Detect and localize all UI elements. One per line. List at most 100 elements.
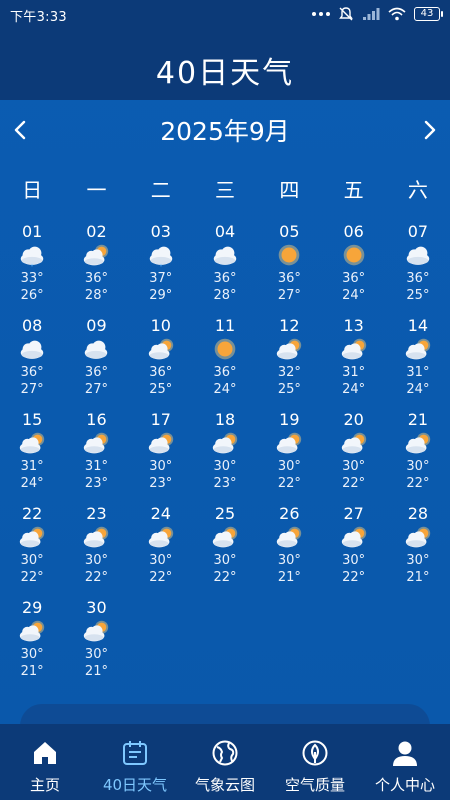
weekday-label: 日 xyxy=(22,178,43,202)
low-temp: 21° xyxy=(20,664,44,679)
calendar-day[interactable]: 18 30° 23° xyxy=(193,408,257,502)
month-label: 2025年9月 xyxy=(160,117,290,146)
signal-icon xyxy=(363,8,380,20)
low-temp: 22° xyxy=(213,570,237,585)
partly-sunny-icon xyxy=(210,430,240,456)
day-number: 27 xyxy=(343,504,364,523)
calendar-day[interactable]: 10 36° 25° xyxy=(129,314,193,408)
day-number: 26 xyxy=(279,504,300,523)
partly-sunny-icon xyxy=(210,524,240,550)
day-number: 02 xyxy=(86,222,107,241)
nav-tab-person[interactable]: 个人中心 xyxy=(360,724,450,800)
cloud-icon xyxy=(81,336,111,362)
chevron-right-icon[interactable] xyxy=(418,119,440,141)
nav-tab-leaf[interactable]: 空气质量 xyxy=(270,724,360,800)
high-temp: 30° xyxy=(213,553,237,568)
partly-sunny-icon xyxy=(339,336,369,362)
app-root: 下午3:33 43 40日天气 2025年9月 日 一 二 三 四 五 六 01… xyxy=(0,0,450,800)
calendar-grid: 01 33° 26° 02 36° 28° 03 37° 29° 04 36° … xyxy=(0,220,450,690)
weekday-label: 二 xyxy=(150,178,171,202)
calendar-day[interactable]: 22 30° 22° xyxy=(0,502,64,596)
low-temp: 24° xyxy=(406,382,430,397)
day-number: 14 xyxy=(407,316,429,335)
partly-sunny-icon xyxy=(81,242,111,268)
nav-tab-label: 个人中心 xyxy=(374,776,435,794)
bottom-nav: 主页 40日天气 气象云图 空气质量 个人中心 xyxy=(0,724,450,800)
calendar-day[interactable]: 03 37° 29° xyxy=(129,220,193,314)
calendar-day[interactable]: 08 36° 27° xyxy=(0,314,64,408)
nav-tab-globe[interactable]: 气象云图 xyxy=(180,724,270,800)
wifi-icon xyxy=(388,7,406,21)
calendar-day[interactable]: 07 36° 25° xyxy=(386,220,450,314)
more-dots-icon xyxy=(312,12,330,16)
calendar-day[interactable]: 15 31° 24° xyxy=(0,408,64,502)
calendar-day[interactable]: 14 31° 24° xyxy=(386,314,450,408)
calendar-day[interactable]: 04 36° 28° xyxy=(193,220,257,314)
calendar-day[interactable]: 12 32° 25° xyxy=(257,314,321,408)
low-temp: 27° xyxy=(20,382,44,397)
partly-sunny-icon xyxy=(274,524,304,550)
day-number: 08 xyxy=(21,316,43,335)
calendar-day[interactable]: 06 36° 24° xyxy=(321,220,385,314)
calendar-day[interactable]: 29 30° 21° xyxy=(0,596,64,690)
low-temp: 21° xyxy=(277,570,301,585)
low-temp: 21° xyxy=(84,664,108,679)
partly-sunny-icon xyxy=(403,430,433,456)
high-temp: 36° xyxy=(84,271,108,286)
calendar-day[interactable]: 05 36° 27° xyxy=(257,220,321,314)
high-temp: 30° xyxy=(406,459,430,474)
low-temp: 25° xyxy=(406,288,430,303)
day-number: 25 xyxy=(214,504,236,523)
low-temp: 22° xyxy=(342,476,366,491)
high-temp: 30° xyxy=(149,553,173,568)
calendar-day[interactable]: 20 30° 22° xyxy=(321,408,385,502)
low-temp: 24° xyxy=(342,288,366,303)
high-temp: 30° xyxy=(84,553,108,568)
calendar-day[interactable]: 24 30° 22° xyxy=(129,502,193,596)
day-number: 20 xyxy=(343,410,364,429)
day-number: 30 xyxy=(86,598,107,617)
high-temp: 30° xyxy=(20,647,44,662)
nav-tab-home[interactable]: 主页 xyxy=(0,724,90,800)
calendar-day[interactable]: 01 33° 26° xyxy=(0,220,64,314)
calendar-day[interactable]: 23 30° 22° xyxy=(64,502,128,596)
calendar-day[interactable]: 02 36° 28° xyxy=(64,220,128,314)
day-number: 19 xyxy=(279,410,300,429)
high-temp: 30° xyxy=(406,553,430,568)
calendar-day[interactable]: 09 36° 27° xyxy=(64,314,128,408)
high-temp: 31° xyxy=(84,459,108,474)
calendar-day[interactable]: 27 30° 22° xyxy=(321,502,385,596)
low-temp: 22° xyxy=(277,476,301,491)
partly-sunny-icon xyxy=(274,430,304,456)
high-temp: 36° xyxy=(406,271,430,286)
sun-icon xyxy=(210,336,240,362)
high-temp: 31° xyxy=(406,365,430,380)
calendar-day[interactable]: 28 30° 21° xyxy=(386,502,450,596)
low-temp: 21° xyxy=(406,570,430,585)
calendar-day[interactable]: 11 36° 24° xyxy=(193,314,257,408)
calendar-day[interactable]: 13 31° 24° xyxy=(321,314,385,408)
calendar-day[interactable]: 25 30° 22° xyxy=(193,502,257,596)
partly-sunny-icon xyxy=(339,524,369,550)
high-temp: 30° xyxy=(277,459,301,474)
calendar-day[interactable]: 16 31° 23° xyxy=(64,408,128,502)
calendar-day[interactable]: 17 30° 23° xyxy=(129,408,193,502)
high-temp: 30° xyxy=(213,459,237,474)
low-temp: 22° xyxy=(20,570,44,585)
home-icon xyxy=(30,738,60,768)
partly-sunny-icon xyxy=(403,336,433,362)
leaf-icon xyxy=(300,738,330,768)
nav-tab-label: 气象云图 xyxy=(194,776,255,794)
status-icons: 43 xyxy=(312,6,443,22)
low-temp: 24° xyxy=(213,382,237,397)
nav-tab-label: 40日天气 xyxy=(102,776,168,794)
high-temp: 33° xyxy=(20,271,44,286)
calendar-day[interactable]: 30 30° 21° xyxy=(64,596,128,690)
nav-tab-calendar[interactable]: 40日天气 xyxy=(90,724,180,800)
calendar-day[interactable]: 26 30° 21° xyxy=(257,502,321,596)
high-temp: 30° xyxy=(149,459,173,474)
low-temp: 28° xyxy=(213,288,237,303)
partly-sunny-icon xyxy=(81,618,111,644)
calendar-day[interactable]: 19 30° 22° xyxy=(257,408,321,502)
calendar-day[interactable]: 21 30° 22° xyxy=(386,408,450,502)
